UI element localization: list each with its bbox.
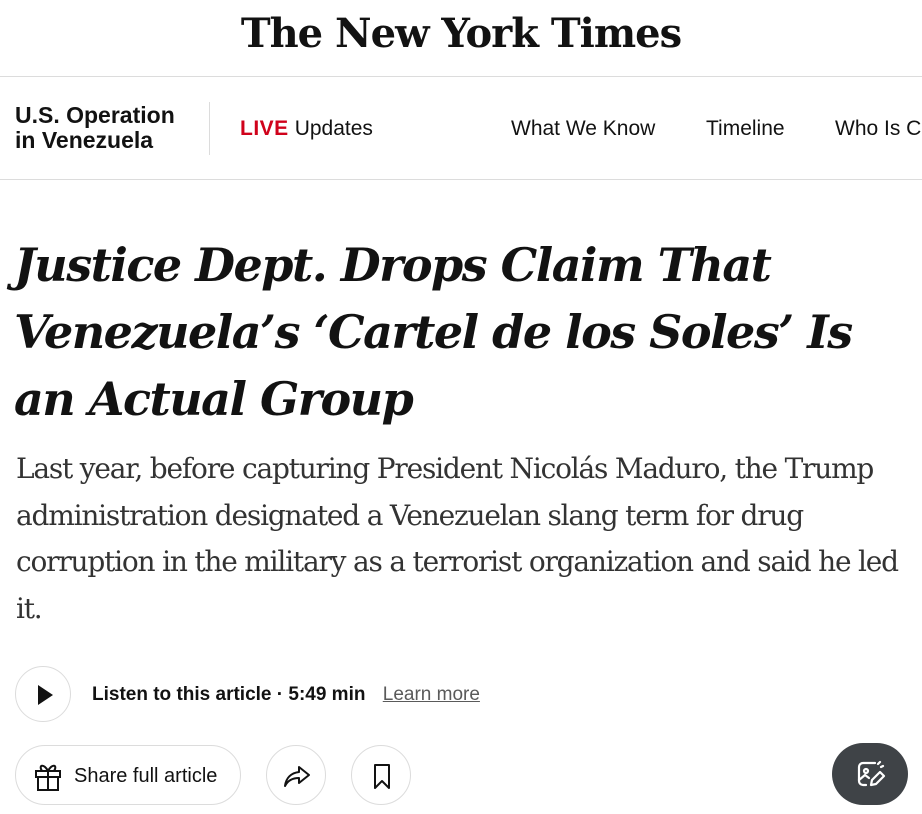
image-edit-icon [857,760,886,787]
nav-link-timeline[interactable]: Timeline [706,117,785,141]
audio-info: Listen to this article · 5:49 min Learn … [92,683,480,707]
share-arrow-icon [284,766,310,787]
article-summary: Last year, before capturing President Ni… [16,452,899,625]
learn-more-link[interactable]: Learn more [383,684,480,705]
play-audio-button[interactable] [15,666,71,722]
nav-divider [209,102,210,155]
play-icon [38,685,53,705]
nav-link-what-we-know[interactable]: What We Know [511,117,655,141]
share-full-article-label: Share full article [74,765,218,787]
share-button[interactable] [266,745,326,805]
save-bookmark-button[interactable] [351,745,411,805]
section-title[interactable]: U.S. Operation in Venezuela [15,103,195,153]
live-badge: LIVE [240,117,289,140]
listen-label: Listen to this article [92,684,272,705]
audio-duration: 5:49 min [288,684,366,705]
separator-dot: · [271,684,289,705]
nav-link-who-is[interactable]: Who Is C [835,117,921,141]
nyt-logo[interactable]: The New York Times [241,10,682,57]
masthead: The New York Times [0,0,922,77]
live-updates-link[interactable]: LIVE Updates [240,117,373,141]
live-updates-label: Updates [294,117,373,140]
floating-image-tool-button[interactable] [832,743,908,805]
section-nav: U.S. Operation in Venezuela LIVE Updates … [0,77,922,180]
gift-icon [35,764,61,791]
article-headline: Justice Dept. Drops Claim That Venezuela… [14,238,853,426]
share-full-article-button[interactable]: Share full article [15,745,241,805]
bookmark-icon [374,764,390,789]
